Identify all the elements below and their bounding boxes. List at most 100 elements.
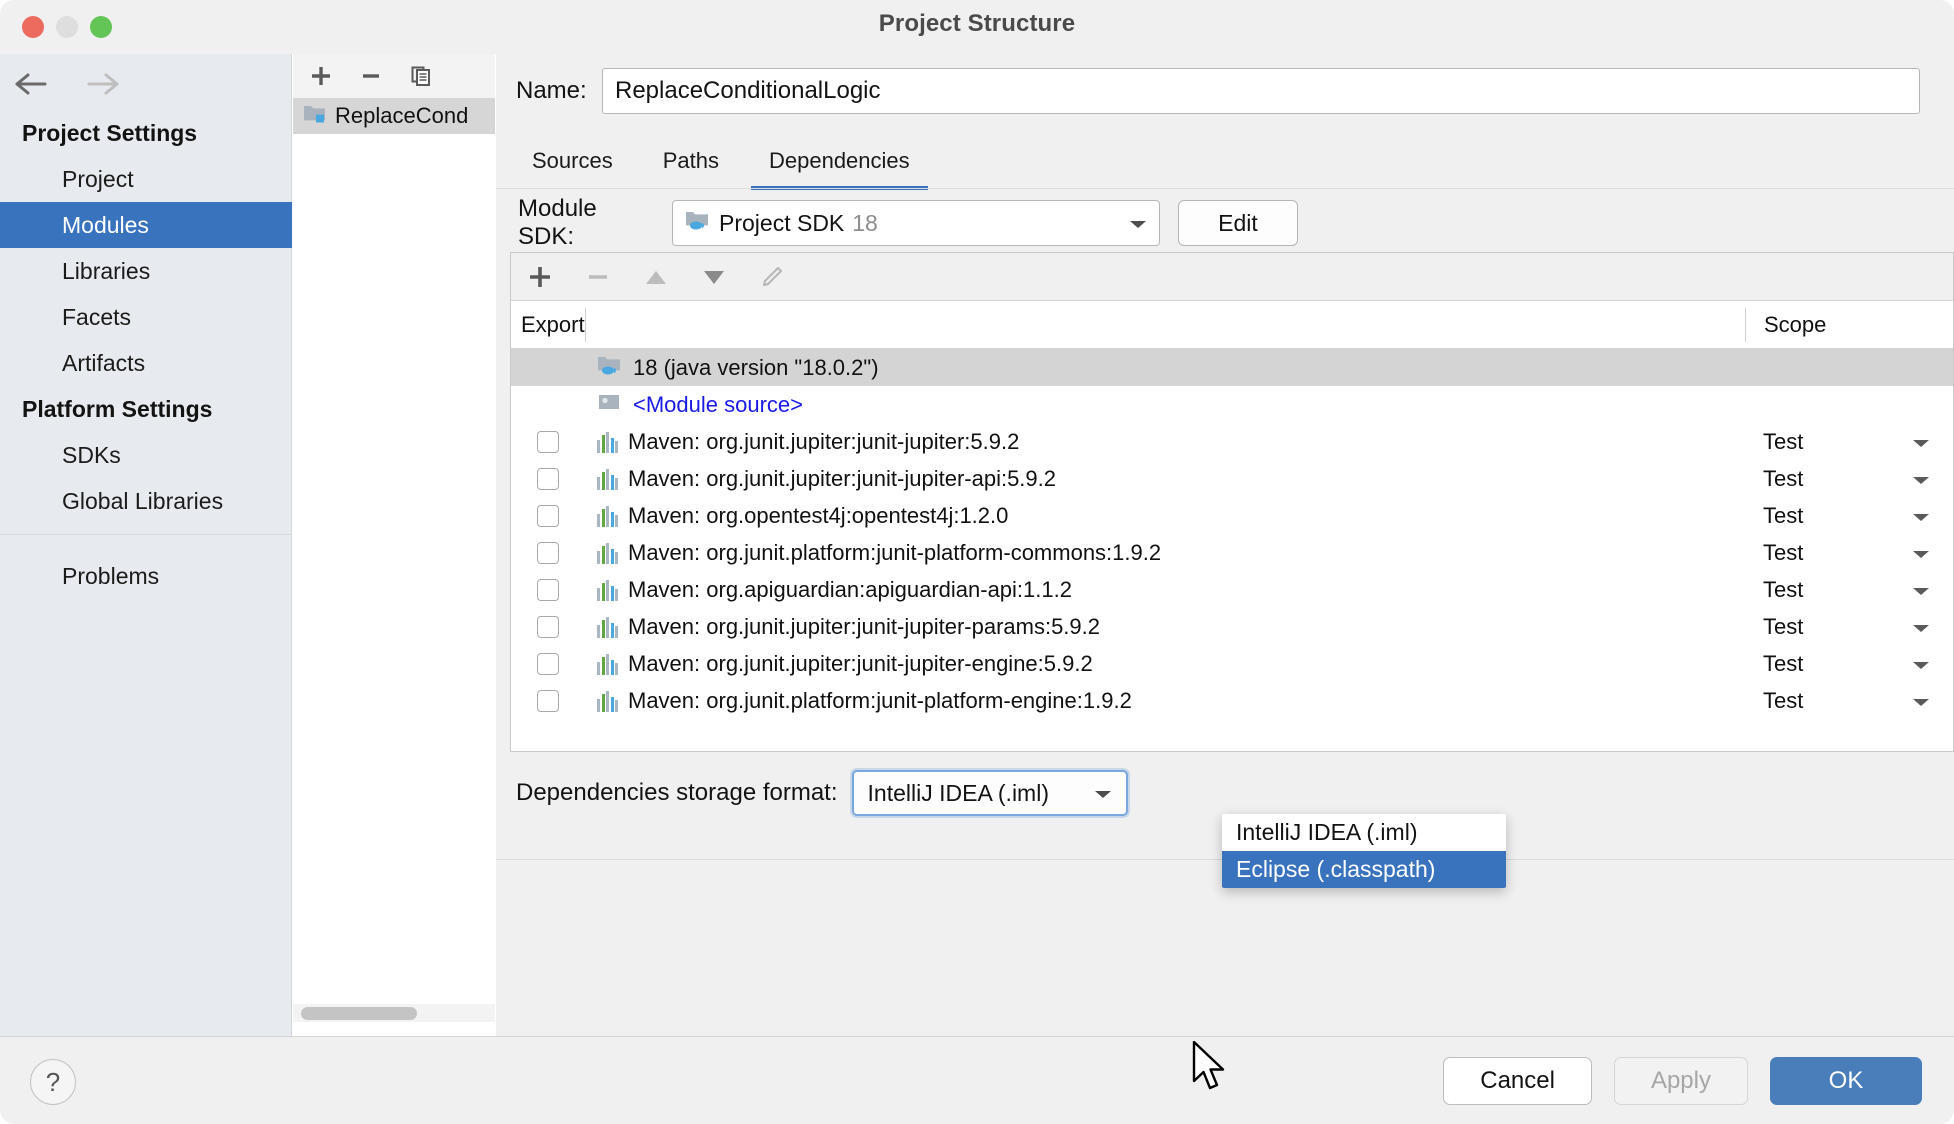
cancel-button[interactable]: Cancel <box>1443 1057 1592 1105</box>
dependency-name-cell: Maven: org.junit.jupiter:junit-jupiter-p… <box>585 614 1745 640</box>
export-checkbox[interactable] <box>537 468 559 490</box>
sidebar-item-sdks[interactable]: SDKs <box>0 432 292 478</box>
chevron-down-icon[interactable] <box>1911 577 1931 603</box>
export-checkbox[interactable] <box>537 616 559 638</box>
back-arrow-icon[interactable] <box>12 64 52 104</box>
sidebar-item-project[interactable]: Project <box>0 156 292 202</box>
export-cell[interactable] <box>511 505 585 527</box>
add-module-button[interactable] <box>307 62 335 90</box>
scope-cell[interactable]: Test <box>1745 466 1953 492</box>
table-row[interactable]: 18 (java version "18.0.2") <box>511 349 1953 386</box>
table-row[interactable]: Maven: org.junit.platform:junit-platform… <box>511 534 1953 571</box>
dependency-label: Maven: org.apiguardian:apiguardian-api:1… <box>628 577 1072 603</box>
scope-cell[interactable]: Test <box>1745 651 1953 677</box>
scrollbar-thumb[interactable] <box>301 1007 417 1020</box>
remove-module-button[interactable] <box>357 62 385 90</box>
column-header-scope[interactable]: Scope <box>1745 308 1953 342</box>
sdk-folder-icon <box>685 208 711 238</box>
export-cell[interactable] <box>511 468 585 490</box>
scope-cell[interactable]: Test <box>1745 429 1953 455</box>
table-row[interactable]: Maven: org.junit.jupiter:junit-jupiter-p… <box>511 608 1953 645</box>
scope-cell[interactable]: Test <box>1745 688 1953 714</box>
export-checkbox[interactable] <box>537 542 559 564</box>
export-cell[interactable] <box>511 431 585 453</box>
edit-sdk-button[interactable]: Edit <box>1178 200 1298 246</box>
column-header-export[interactable]: Export <box>511 312 585 338</box>
settings-sidebar: Project Settings Project Modules Librari… <box>0 54 292 1036</box>
table-row[interactable]: Maven: org.junit.jupiter:junit-jupiter-a… <box>511 460 1953 497</box>
library-icon <box>597 616 618 638</box>
sidebar-item-facets[interactable]: Facets <box>0 294 292 340</box>
chevron-down-icon[interactable] <box>1911 466 1931 492</box>
module-tabs: Sources Paths Dependencies <box>496 138 1954 190</box>
page-title: Project Structure <box>0 10 1954 38</box>
export-checkbox[interactable] <box>537 505 559 527</box>
chevron-down-icon[interactable] <box>1911 503 1931 529</box>
help-button[interactable]: ? <box>30 1059 76 1105</box>
module-list-toolbar <box>293 54 495 98</box>
module-list-item[interactable]: ReplaceCond <box>293 98 495 134</box>
dependencies-table: Export Scope <box>510 252 1954 752</box>
sidebar-item-modules[interactable]: Modules <box>0 202 292 248</box>
scope-cell[interactable]: Test <box>1745 540 1953 566</box>
export-checkbox[interactable] <box>537 653 559 675</box>
sidebar-item-artifacts[interactable]: Artifacts <box>0 340 292 386</box>
table-row[interactable]: Maven: org.apiguardian:apiguardian-api:1… <box>511 571 1953 608</box>
scope-value: Test <box>1763 429 1803 455</box>
table-row[interactable]: <Module source> <box>511 386 1953 423</box>
scope-value: Test <box>1763 688 1803 714</box>
scope-cell[interactable]: Test <box>1745 503 1953 529</box>
export-cell[interactable] <box>511 616 585 638</box>
tab-sources[interactable]: Sources <box>514 148 631 190</box>
sidebar-item-problems[interactable]: Problems <box>0 553 292 599</box>
dependency-label: Maven: org.junit.jupiter:junit-jupiter-e… <box>628 651 1093 677</box>
module-list-hscrollbar[interactable] <box>293 1004 495 1022</box>
table-row[interactable]: Maven: org.junit.jupiter:junit-jupiter:5… <box>511 423 1953 460</box>
scope-cell[interactable]: Test <box>1745 614 1953 640</box>
tab-dependencies[interactable]: Dependencies <box>751 148 928 190</box>
sdk-icon <box>597 353 623 383</box>
chevron-down-icon[interactable] <box>1911 429 1931 455</box>
column-header-name[interactable] <box>585 308 1745 342</box>
copy-module-button[interactable] <box>407 62 435 90</box>
table-row[interactable]: Maven: org.junit.platform:junit-platform… <box>511 682 1953 719</box>
module-name-input[interactable]: ReplaceConditionalLogic <box>602 68 1920 114</box>
chevron-down-icon[interactable] <box>1911 688 1931 714</box>
chevron-down-icon[interactable] <box>1911 540 1931 566</box>
ok-button[interactable]: OK <box>1770 1057 1922 1105</box>
library-icon <box>597 690 618 712</box>
export-cell[interactable] <box>511 690 585 712</box>
scope-cell[interactable]: Test <box>1745 577 1953 603</box>
dependency-name-cell: Maven: org.opentest4j:opentest4j:1.2.0 <box>585 503 1745 529</box>
library-icon <box>597 579 618 601</box>
library-icon <box>597 653 618 675</box>
table-row[interactable]: Maven: org.junit.jupiter:junit-jupiter-e… <box>511 645 1953 682</box>
export-cell[interactable] <box>511 579 585 601</box>
table-row[interactable]: Maven: org.opentest4j:opentest4j:1.2.0 T… <box>511 497 1953 534</box>
export-checkbox[interactable] <box>537 431 559 453</box>
module-list-item-label: ReplaceCond <box>335 103 468 129</box>
export-checkbox[interactable] <box>537 690 559 712</box>
export-checkbox[interactable] <box>537 579 559 601</box>
chevron-down-icon[interactable] <box>1127 210 1149 237</box>
move-down-button[interactable] <box>699 262 729 292</box>
add-dependency-button[interactable] <box>525 262 555 292</box>
dependencies-toolbar <box>511 253 1953 301</box>
storage-format-select[interactable]: IntelliJ IDEA (.iml) <box>852 770 1128 816</box>
module-list: ReplaceCond <box>293 98 495 1036</box>
module-sdk-select[interactable]: Project SDK 18 <box>672 200 1160 246</box>
tab-paths[interactable]: Paths <box>645 148 737 190</box>
dropdown-option-intellij[interactable]: IntelliJ IDEA (.iml) <box>1222 814 1506 851</box>
project-structure-dialog: Project Structure Project Settings Proje… <box>0 0 1954 1124</box>
remove-dependency-button <box>583 262 613 292</box>
dropdown-option-eclipse[interactable]: Eclipse (.classpath) <box>1222 851 1506 888</box>
export-cell[interactable] <box>511 542 585 564</box>
chevron-down-icon[interactable] <box>1911 614 1931 640</box>
chevron-down-icon[interactable] <box>1092 780 1114 807</box>
storage-format-row: Dependencies storage format: IntelliJ ID… <box>496 768 1954 818</box>
export-cell[interactable] <box>511 653 585 675</box>
sidebar-item-global-libraries[interactable]: Global Libraries <box>0 478 292 524</box>
chevron-down-icon[interactable] <box>1911 651 1931 677</box>
sidebar-item-libraries[interactable]: Libraries <box>0 248 292 294</box>
dependencies-table-body: 18 (java version "18.0.2") <box>511 349 1953 719</box>
